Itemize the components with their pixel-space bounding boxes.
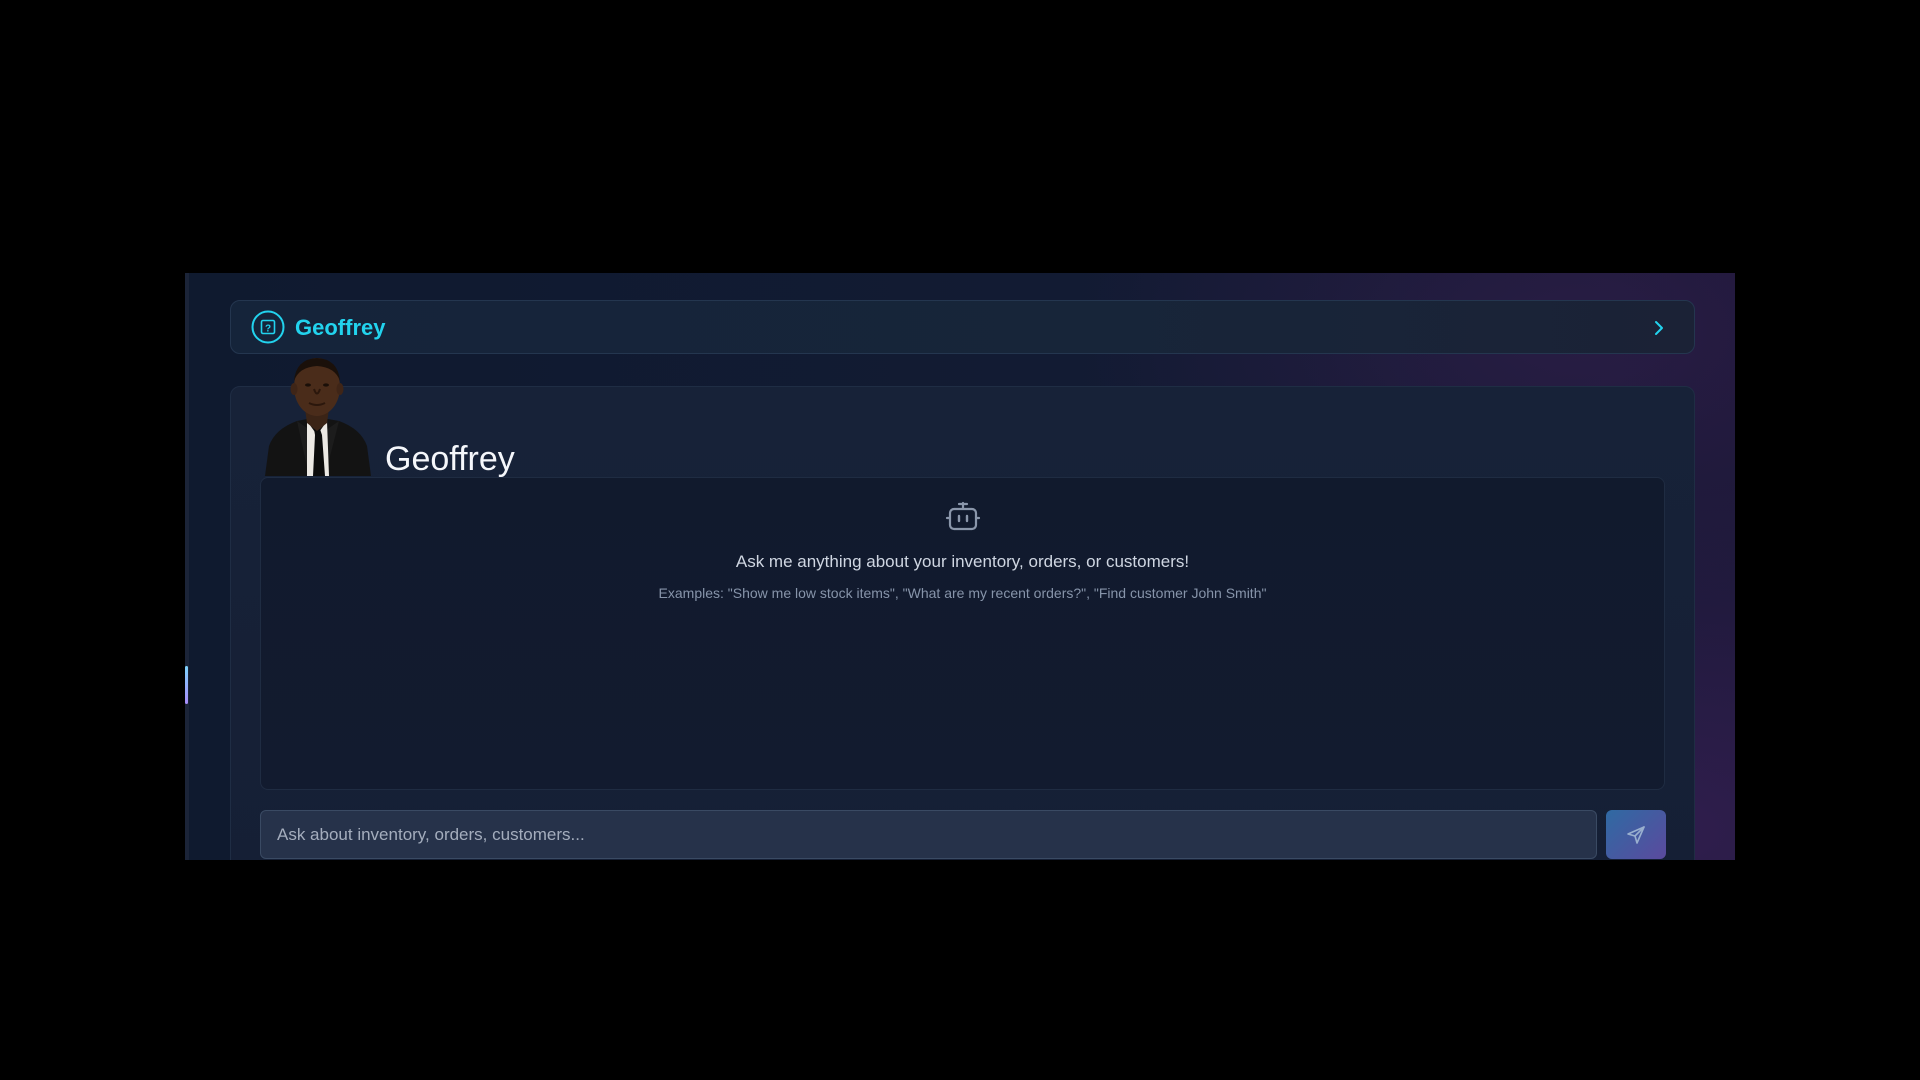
empty-state-title: Ask me anything about your inventory, or…: [735, 552, 1190, 571]
question-square-icon: ?: [251, 310, 285, 344]
chat-input[interactable]: [260, 810, 1597, 859]
assistant-name: Geoffrey: [385, 440, 515, 478]
chevron-right-icon[interactable]: [1648, 317, 1670, 339]
portrait-avatar: [265, 358, 371, 476]
header-title: Geoffrey: [295, 315, 386, 340]
empty-state-examples: Examples: "Show me low stock items", "Wh…: [658, 585, 1267, 601]
assistant-header-bar[interactable]: ? Geoffrey: [230, 300, 1695, 354]
svg-text:?: ?: [265, 324, 271, 335]
rail-resize-handle[interactable]: [185, 666, 188, 704]
send-button[interactable]: [1606, 810, 1666, 859]
bot-icon: [945, 501, 980, 531]
assistant-window: ? Geoffrey Geoffrey Ask me anything abou…: [185, 273, 1735, 860]
send-icon: [1627, 825, 1645, 844]
chat-messages-area: Ask me anything about your inventory, or…: [260, 477, 1665, 790]
left-rail: [185, 273, 189, 860]
avatar: [263, 351, 371, 476]
